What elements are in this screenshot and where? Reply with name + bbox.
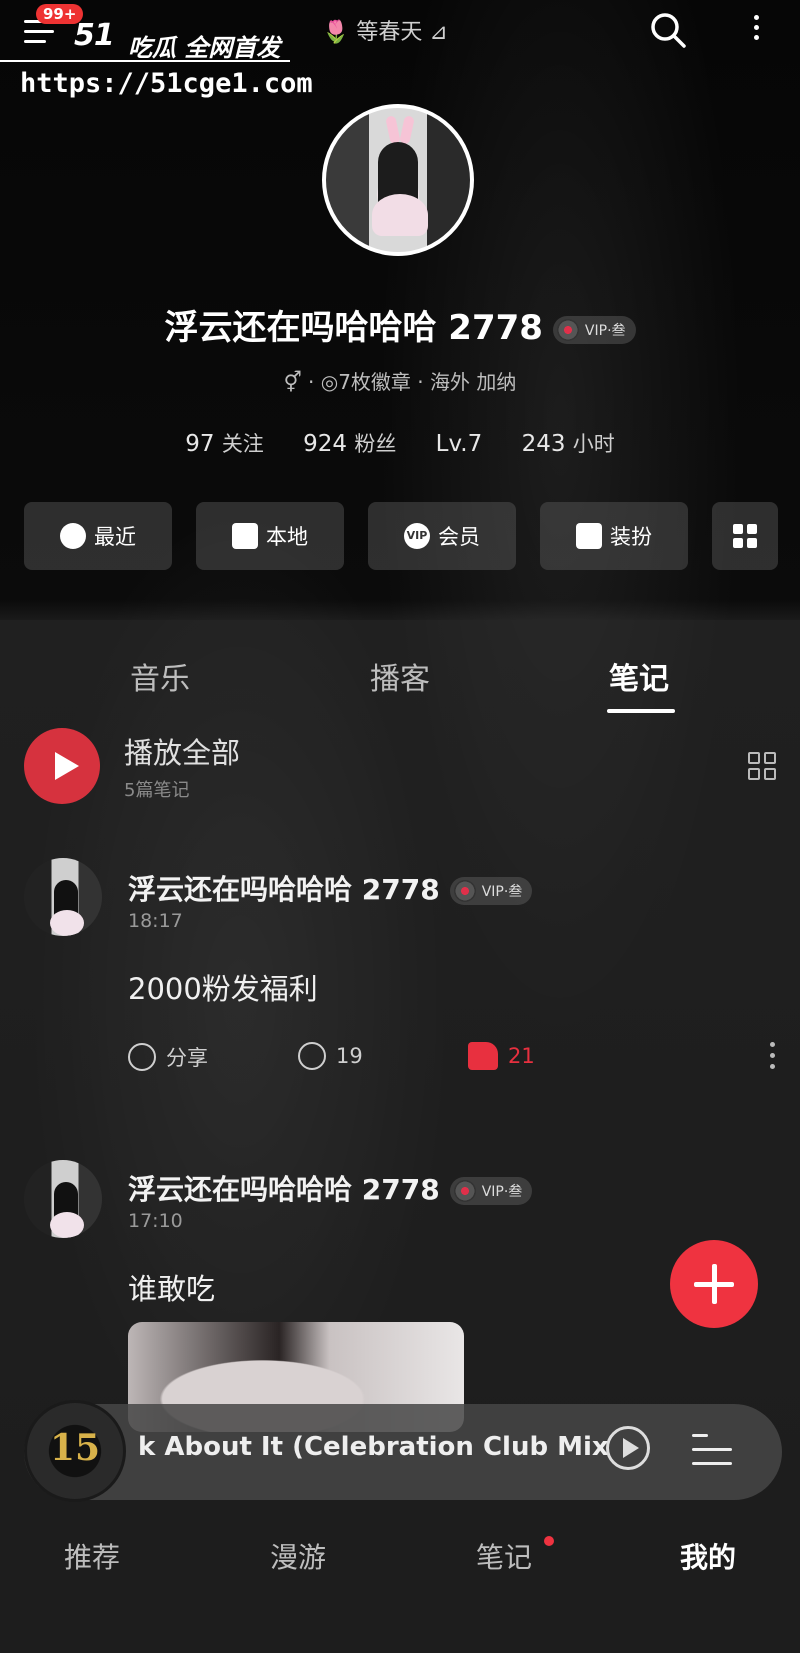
vip-icon: VIP [404,523,430,549]
vip-button[interactable]: VIP 会员 [368,502,516,570]
post-time: 17:10 [128,1210,183,1232]
clock-icon [60,523,86,549]
watermark-slogan: 吃瓜 全网首发 [128,34,281,62]
tab-notes[interactable]: 笔记 [609,654,669,698]
notes-count: 5篇笔记 [124,780,190,801]
local-button[interactable]: 本地 [196,502,344,570]
post-author[interactable]: 浮云还在吗哈哈哈 2778 VIP·叁 [128,1168,533,1208]
vip-badge[interactable]: VIP·叁 [449,877,533,905]
tab-podcast[interactable]: 播客 [370,654,430,698]
post-time: 18:17 [128,910,183,932]
thumbs-up-icon [468,1042,498,1070]
dress-up-button[interactable]: 装扮 [540,502,688,570]
play-all-button[interactable] [24,728,100,804]
create-note-button[interactable] [670,1240,758,1328]
nav-recommend[interactable]: 推荐 [64,1536,120,1576]
nav-roam[interactable]: 漫游 [270,1536,326,1576]
recent-button[interactable]: 最近 [24,502,172,570]
apps-grid-icon [733,524,757,548]
post-text[interactable]: 谁敢吃 [128,1266,215,1308]
vinyl-icon [453,880,476,902]
tab-music[interactable]: 音乐 [130,654,190,698]
post-author[interactable]: 浮云还在吗哈哈哈 2778 VIP·叁 [128,868,533,908]
profile-name: 浮云还在吗哈哈哈 2778 VIP·叁 [0,300,800,349]
nav-mine[interactable]: 我的 [680,1536,736,1576]
mini-player[interactable]: 15 k About It (Celebration Club Mix) [24,1400,782,1502]
stat-hours[interactable]: 243 小时 [522,431,615,457]
play-pause-icon[interactable] [606,1426,650,1470]
vip-badge[interactable]: VIP·叁 [449,1177,533,1205]
share-button[interactable]: 分享 [128,1042,208,1072]
more-apps-button[interactable] [712,502,778,570]
notification-dot [544,1536,554,1546]
stat-followers[interactable]: 924 粉丝 [303,431,396,457]
post-more-icon[interactable] [770,1042,776,1075]
play-all-label[interactable]: 播放全部 [124,730,240,772]
stat-following[interactable]: 97 关注 [185,431,264,457]
album-cover[interactable]: 15 [24,1400,126,1502]
post-avatar[interactable] [24,1160,102,1238]
profile-meta: ⚥ · ◎7枚徽章 · 海外 加纳 [283,370,517,394]
now-playing-title[interactable]: 🌷 等春天 ⊿ [322,14,448,46]
comment-icon [298,1042,326,1070]
search-icon[interactable] [648,10,688,50]
playlist-icon[interactable] [692,1432,732,1468]
vip-badge[interactable]: VIP·叁 [552,315,636,344]
player-song-title[interactable]: k About It (Celebration Club Mix) [138,1432,608,1462]
stat-level[interactable]: Lv.7 [436,431,483,457]
vinyl-icon [556,318,579,341]
grid-view-icon[interactable] [748,752,776,780]
comment-button[interactable]: 19 [298,1042,363,1070]
watermark-divider [0,60,290,62]
watermark-brand: 51 [74,18,115,53]
tab-indicator [607,709,675,713]
share-icon [128,1043,156,1071]
vinyl-icon [453,1180,476,1202]
nav-notes[interactable]: 笔记 [476,1536,532,1576]
like-button[interactable]: 21 [468,1042,535,1070]
shirt-icon [576,523,602,549]
profile-avatar[interactable] [322,104,474,256]
watermark-url: https://51cge1.com [20,68,313,99]
post-avatar[interactable] [24,858,102,936]
watermark: 99+ 51 吃瓜 全网首发 https://51cge1.com [0,0,313,110]
post-text[interactable]: 2000粉发福利 [128,966,318,1008]
more-icon[interactable] [752,12,760,48]
download-icon [232,523,258,549]
profile-stats: 97 关注 924 粉丝 Lv.7 243 小时 [0,428,800,458]
